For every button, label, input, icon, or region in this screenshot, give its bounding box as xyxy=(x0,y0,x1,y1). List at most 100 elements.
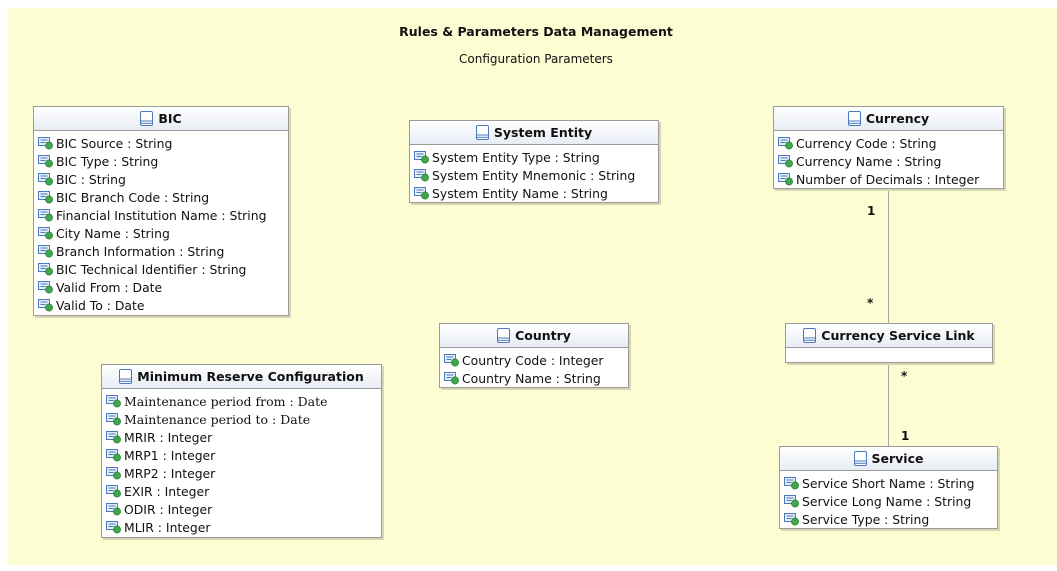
class-header[interactable]: Service xyxy=(780,447,997,471)
attribute-row[interactable]: Maintenance period from : Date xyxy=(106,392,381,410)
attribute-text: Valid To : Date xyxy=(56,297,145,313)
attribute-text: BIC Technical Identifier : String xyxy=(56,261,247,277)
class-system-entity[interactable]: System Entity System Entity Type : Strin… xyxy=(409,120,659,203)
attribute-text: System Entity Mnemonic : String xyxy=(432,167,636,183)
class-name: Service xyxy=(871,451,924,466)
canvas-margin-left xyxy=(0,0,8,571)
attribute-text: Country Code : Integer xyxy=(462,352,604,368)
class-bic[interactable]: BIC BIC Source : String BIC Type : String… xyxy=(33,106,289,316)
attribute-row[interactable]: MRP2 : Integer xyxy=(106,464,381,482)
uml-class-icon xyxy=(803,328,817,343)
class-minimum-reserve-configuration[interactable]: Minimum Reserve Configuration Maintenanc… xyxy=(101,364,382,538)
class-service[interactable]: Service Service Short Name : String Servi… xyxy=(779,446,998,529)
attribute-text: Maintenance period from : Date xyxy=(124,393,328,409)
attribute-list: Country Code : Integer Country Name : Str… xyxy=(440,348,628,390)
attribute-text: MLIR : Integer xyxy=(124,519,211,535)
attribute-row[interactable]: City Name : String xyxy=(38,224,288,242)
attribute-row[interactable]: Number of Decimals : Integer xyxy=(778,170,1003,188)
uml-attribute-icon xyxy=(784,494,800,508)
attribute-list: Service Short Name : String Service Long … xyxy=(780,471,997,531)
attribute-text: Service Type : String xyxy=(802,511,930,527)
uml-attribute-icon xyxy=(106,448,122,462)
attribute-text: Currency Code : String xyxy=(796,135,937,151)
attribute-row[interactable]: Maintenance period to : Date xyxy=(106,410,381,428)
attribute-row[interactable]: ODIR : Integer xyxy=(106,500,381,518)
attribute-row[interactable]: MRP1 : Integer xyxy=(106,446,381,464)
uml-attribute-icon xyxy=(444,371,460,385)
attribute-text: Currency Name : String xyxy=(796,153,942,169)
class-country[interactable]: Country Country Code : Integer Country Na… xyxy=(439,323,629,388)
attribute-text: Branch Information : String xyxy=(56,243,225,259)
attribute-row[interactable]: Country Name : String xyxy=(444,369,628,387)
multiplicity-label: * xyxy=(901,369,908,383)
class-header[interactable]: System Entity xyxy=(410,121,658,145)
attribute-text: BIC Type : String xyxy=(56,153,159,169)
attribute-text: EXIR : Integer xyxy=(124,483,210,499)
attribute-row[interactable]: Valid To : Date xyxy=(38,296,288,314)
uml-attribute-icon xyxy=(38,298,54,312)
attribute-row[interactable]: Country Code : Integer xyxy=(444,351,628,369)
attribute-text: MRIR : Integer xyxy=(124,429,213,445)
diagram-subtitle: Configuration Parameters xyxy=(459,52,613,66)
attribute-row[interactable]: Currency Code : String xyxy=(778,134,1003,152)
class-header[interactable]: Country xyxy=(440,324,628,348)
class-name: Country xyxy=(515,328,571,343)
uml-attribute-icon xyxy=(414,186,430,200)
attribute-row[interactable]: BIC Branch Code : String xyxy=(38,188,288,206)
attribute-text: Service Short Name : String xyxy=(802,475,975,491)
attribute-row[interactable]: System Entity Name : String xyxy=(414,184,658,202)
uml-attribute-icon xyxy=(106,412,122,426)
attribute-row[interactable]: System Entity Type : String xyxy=(414,148,658,166)
class-header[interactable]: BIC xyxy=(34,107,288,131)
attribute-text: MRP1 : Integer xyxy=(124,447,216,463)
class-header[interactable]: Currency Service Link xyxy=(786,324,992,348)
attribute-row[interactable]: MRIR : Integer xyxy=(106,428,381,446)
class-name: Minimum Reserve Configuration xyxy=(137,369,364,384)
uml-attribute-icon xyxy=(38,172,54,186)
attribute-text: System Entity Type : String xyxy=(432,149,600,165)
uml-attribute-icon xyxy=(38,262,54,276)
uml-attribute-icon xyxy=(38,244,54,258)
attribute-text: City Name : String xyxy=(56,225,170,241)
uml-attribute-icon xyxy=(784,512,800,526)
attribute-list: BIC Source : String BIC Type : String BIC … xyxy=(34,131,288,317)
class-currency-service-link[interactable]: Currency Service Link xyxy=(785,323,993,363)
attribute-row[interactable]: Service Long Name : String xyxy=(784,492,997,510)
attribute-row[interactable]: BIC Type : String xyxy=(38,152,288,170)
attribute-row[interactable]: Service Type : String xyxy=(784,510,997,528)
attribute-text: BIC Branch Code : String xyxy=(56,189,210,205)
association-link-service xyxy=(888,362,889,446)
uml-attribute-icon xyxy=(106,394,122,408)
attribute-row[interactable]: Valid From : Date xyxy=(38,278,288,296)
uml-attribute-icon xyxy=(38,190,54,204)
attribute-row[interactable]: System Entity Mnemonic : String xyxy=(414,166,658,184)
attribute-row[interactable]: Service Short Name : String xyxy=(784,474,997,492)
attribute-row[interactable]: Currency Name : String xyxy=(778,152,1003,170)
attribute-row[interactable]: Financial Institution Name : String xyxy=(38,206,288,224)
attribute-text: Financial Institution Name : String xyxy=(56,207,267,223)
attribute-text: System Entity Name : String xyxy=(432,185,608,201)
uml-attribute-icon xyxy=(38,154,54,168)
attribute-row[interactable]: BIC Technical Identifier : String xyxy=(38,260,288,278)
attribute-list: System Entity Type : String System Entity… xyxy=(410,145,658,205)
uml-attribute-icon xyxy=(414,168,430,182)
canvas-margin-bottom xyxy=(0,565,1057,571)
attribute-list: Maintenance period from : Date Maintenanc… xyxy=(102,389,381,539)
class-header[interactable]: Currency xyxy=(774,107,1003,131)
attribute-row[interactable]: Branch Information : String xyxy=(38,242,288,260)
class-name: Currency Service Link xyxy=(821,328,975,343)
uml-class-icon xyxy=(853,451,867,466)
association-currency-link xyxy=(888,190,889,323)
attribute-row[interactable]: BIC Source : String xyxy=(38,134,288,152)
uml-class-icon xyxy=(497,328,511,343)
attribute-row[interactable]: EXIR : Integer xyxy=(106,482,381,500)
class-currency[interactable]: Currency Currency Code : String Currency … xyxy=(773,106,1004,189)
attribute-row[interactable]: BIC : String xyxy=(38,170,288,188)
uml-class-icon xyxy=(847,111,861,126)
diagram-title: Rules & Parameters Data Management xyxy=(399,24,673,39)
uml-class-icon xyxy=(475,125,489,140)
attribute-text: Valid From : Date xyxy=(56,279,163,295)
uml-attribute-icon xyxy=(414,150,430,164)
attribute-row[interactable]: MLIR : Integer xyxy=(106,518,381,536)
class-header[interactable]: Minimum Reserve Configuration xyxy=(102,365,381,389)
